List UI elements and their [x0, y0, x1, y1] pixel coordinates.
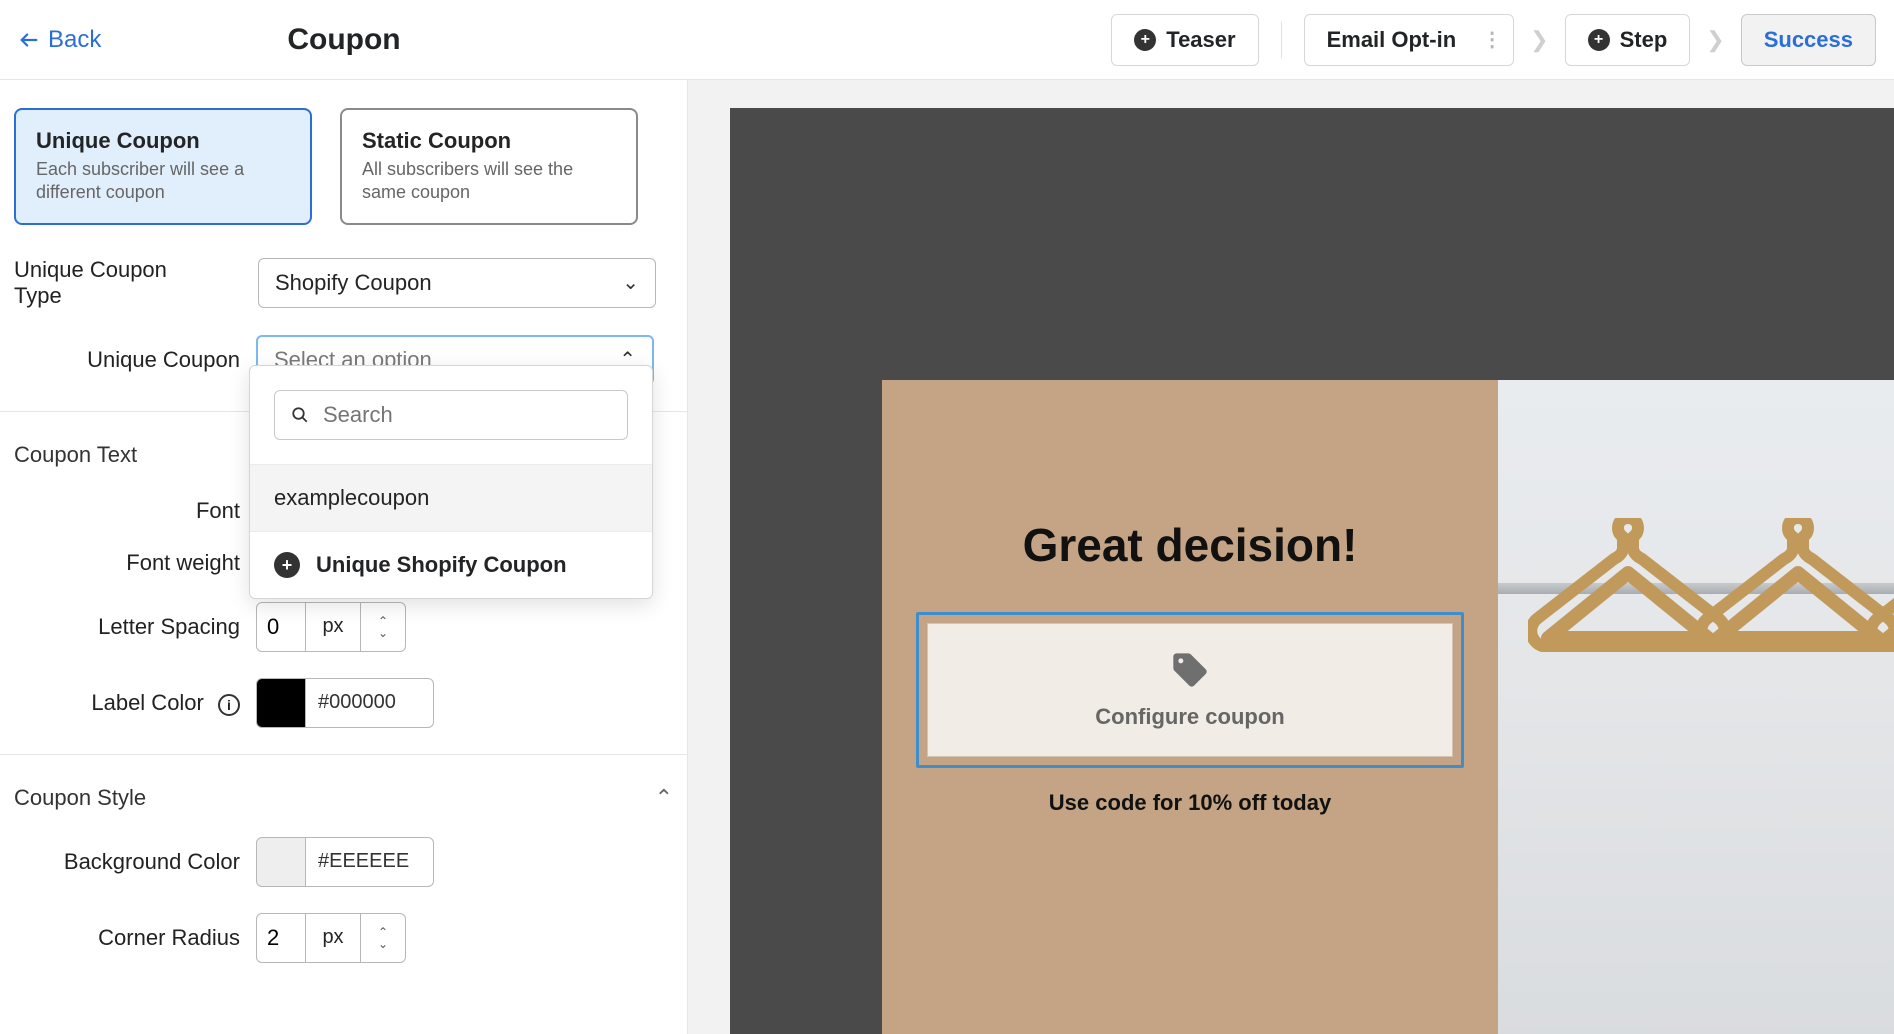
dropdown-search-wrap — [250, 366, 652, 465]
row-background-color: Background Color # EEEEEE — [0, 837, 687, 887]
label-color-label: Label Color i — [14, 690, 240, 716]
label-text: Label Color — [91, 690, 204, 715]
divider — [0, 754, 687, 755]
label-color-input[interactable]: # 000000 — [256, 678, 434, 728]
hex-value[interactable]: # 000000 — [306, 678, 434, 728]
settings-sidebar: Unique Coupon Each subscriber will see a… — [0, 80, 688, 1034]
dropdown-option-examplecoupon[interactable]: examplecoupon — [250, 465, 652, 532]
unique-coupon-type-select[interactable]: Shopify Coupon ⌄ — [258, 258, 656, 308]
coupon-type-static[interactable]: Static Coupon All subscribers will see t… — [340, 108, 638, 225]
background-color-input[interactable]: # EEEEEE — [256, 837, 434, 887]
font-label: Font — [14, 498, 240, 524]
letter-spacing-stepper[interactable]: px ⌃⌄ — [256, 602, 406, 652]
color-swatch[interactable] — [256, 678, 306, 728]
chevron-down-icon: ⌄ — [378, 627, 388, 639]
back-label: Back — [48, 26, 101, 54]
letter-spacing-input[interactable] — [256, 602, 306, 652]
corner-radius-label: Corner Radius — [14, 925, 240, 951]
chevron-down-icon: ⌄ — [378, 938, 388, 950]
hex-text: 000000 — [329, 691, 396, 714]
coupon-placeholder: Configure coupon — [927, 623, 1453, 757]
info-icon[interactable]: i — [218, 694, 240, 716]
add-label: Unique Shopify Coupon — [316, 552, 567, 578]
hanger-icon — [1698, 518, 1894, 748]
steps-nav: + Teaser Email Opt-in ⋮ ❯ + Step ❯ Succe… — [688, 14, 1894, 66]
section-title: Coupon Text — [14, 442, 137, 468]
dropdown-search-input[interactable] — [323, 402, 611, 428]
row-corner-radius: Corner Radius px ⌃⌄ — [0, 913, 687, 963]
color-swatch[interactable] — [256, 837, 306, 887]
coupon-type-unique[interactable]: Unique Coupon Each subscriber will see a… — [14, 108, 312, 225]
arrow-left-icon — [18, 29, 40, 51]
canvas-inner: Great decision! Configure coupon Use cod… — [730, 108, 1894, 1034]
stepper-arrows[interactable]: ⌃⌄ — [360, 913, 406, 963]
tag-icon — [1170, 650, 1210, 690]
corner-radius-input[interactable] — [256, 913, 306, 963]
back-button[interactable]: Back — [18, 26, 101, 54]
chevron-up-icon: ⌃ — [378, 615, 388, 627]
kebab-icon[interactable]: ⋮ — [1466, 27, 1505, 52]
chevron-down-icon: ⌄ — [622, 270, 639, 295]
top-bar-left: Back Coupon — [0, 26, 688, 54]
step-teaser[interactable]: + Teaser — [1111, 14, 1258, 66]
step-add-step[interactable]: + Step — [1565, 14, 1691, 66]
dropdown-search[interactable] — [274, 390, 628, 440]
row-letter-spacing: Letter Spacing px ⌃⌄ — [0, 602, 687, 652]
coupon-type-cards: Unique Coupon Each subscriber will see a… — [0, 108, 687, 257]
preview-canvas: Great decision! Configure coupon Use cod… — [688, 80, 1894, 1034]
step-label: Teaser — [1166, 27, 1235, 53]
background-color-label: Background Color — [14, 849, 240, 875]
unique-coupon-type-label: Unique Coupon Type — [14, 257, 194, 309]
row-label-color: Label Color i # 000000 — [0, 678, 687, 728]
page-title: Coupon — [0, 23, 688, 57]
row-unique-coupon-type: Unique Coupon Type Shopify Coupon ⌄ — [0, 257, 687, 309]
chevron-right-icon: ❯ — [1526, 27, 1552, 53]
top-bar: Back Coupon + Teaser Email Opt-in ⋮ ❯ + … — [0, 0, 1894, 80]
step-label: Step — [1620, 27, 1668, 53]
corner-radius-stepper[interactable]: px ⌃⌄ — [256, 913, 406, 963]
font-weight-label: Font weight — [14, 550, 240, 576]
divider — [1281, 22, 1282, 58]
card-desc: Each subscriber will see a different cou… — [36, 158, 290, 205]
step-email-optin[interactable]: Email Opt-in ⋮ — [1304, 14, 1515, 66]
chevron-up-icon: ⌃ — [655, 785, 673, 811]
popup-title: Great decision! — [916, 518, 1464, 572]
plus-icon: + — [1588, 29, 1610, 51]
popup-subtitle: Use code for 10% off today — [916, 790, 1464, 816]
preview-image — [1498, 380, 1894, 1034]
unique-coupon-dropdown: examplecoupon + Unique Shopify Coupon — [249, 365, 653, 599]
search-icon — [291, 404, 309, 426]
card-title: Unique Coupon — [36, 128, 290, 154]
popup-preview[interactable]: Great decision! Configure coupon Use cod… — [882, 380, 1498, 1034]
plus-icon: + — [274, 552, 300, 578]
step-label: Email Opt-in — [1327, 27, 1457, 53]
chevron-up-icon: ⌃ — [378, 926, 388, 938]
step-label: Success — [1764, 27, 1853, 53]
hex-value[interactable]: # EEEEEE — [306, 837, 434, 887]
hex-text: EEEEEE — [329, 850, 409, 873]
hanger-icon — [1868, 518, 1894, 748]
section-title: Coupon Style — [14, 785, 146, 811]
configure-text: Configure coupon — [1095, 704, 1284, 730]
plus-icon: + — [1134, 29, 1156, 51]
select-value: Shopify Coupon — [275, 270, 432, 296]
unit-label: px — [306, 602, 360, 652]
section-coupon-style-head[interactable]: Coupon Style ⌃ — [0, 785, 687, 837]
letter-spacing-label: Letter Spacing — [14, 614, 240, 640]
main-area: Unique Coupon Each subscriber will see a… — [0, 80, 1894, 1034]
coupon-block-selected[interactable]: Configure coupon — [916, 612, 1464, 768]
unit-label: px — [306, 913, 360, 963]
step-success[interactable]: Success — [1741, 14, 1876, 66]
card-title: Static Coupon — [362, 128, 616, 154]
card-desc: All subscribers will see the same coupon — [362, 158, 616, 205]
stepper-arrows[interactable]: ⌃⌄ — [360, 602, 406, 652]
dropdown-add-unique-coupon[interactable]: + Unique Shopify Coupon — [250, 532, 652, 598]
unique-coupon-label: Unique Coupon — [14, 347, 240, 373]
chevron-right-icon: ❯ — [1702, 27, 1728, 53]
